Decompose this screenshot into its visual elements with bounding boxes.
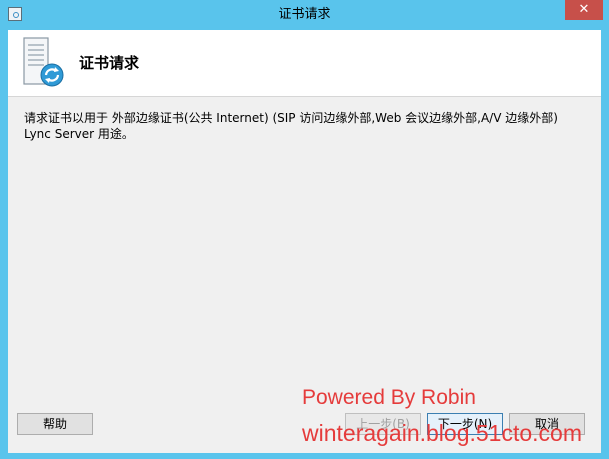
page-title: 证书请求 [79, 54, 140, 72]
certificate-server-icon [23, 37, 64, 87]
watermark-site: winteragain.blog.51cto.com [302, 420, 582, 446]
close-button[interactable]: ✕ [565, 0, 603, 20]
description-text: 请求证书以用于 外部边缘证书(公共 Internet) (SIP 访问边缘外部,… [24, 111, 558, 141]
window-title: 证书请求 [278, 7, 331, 22]
help-button[interactable]: 帮助 [17, 413, 93, 435]
wizard-header: 证书请求 [8, 30, 601, 97]
dialog-window: 证书请求 ✕ 证书请求 请求证书以用于 外部边缘证书(公共 Internet) … [0, 0, 609, 459]
close-icon: ✕ [578, 2, 590, 17]
watermark-author: Powered By Robin [302, 386, 476, 409]
title-bar[interactable]: 证书请求 ✕ [0, 0, 609, 30]
